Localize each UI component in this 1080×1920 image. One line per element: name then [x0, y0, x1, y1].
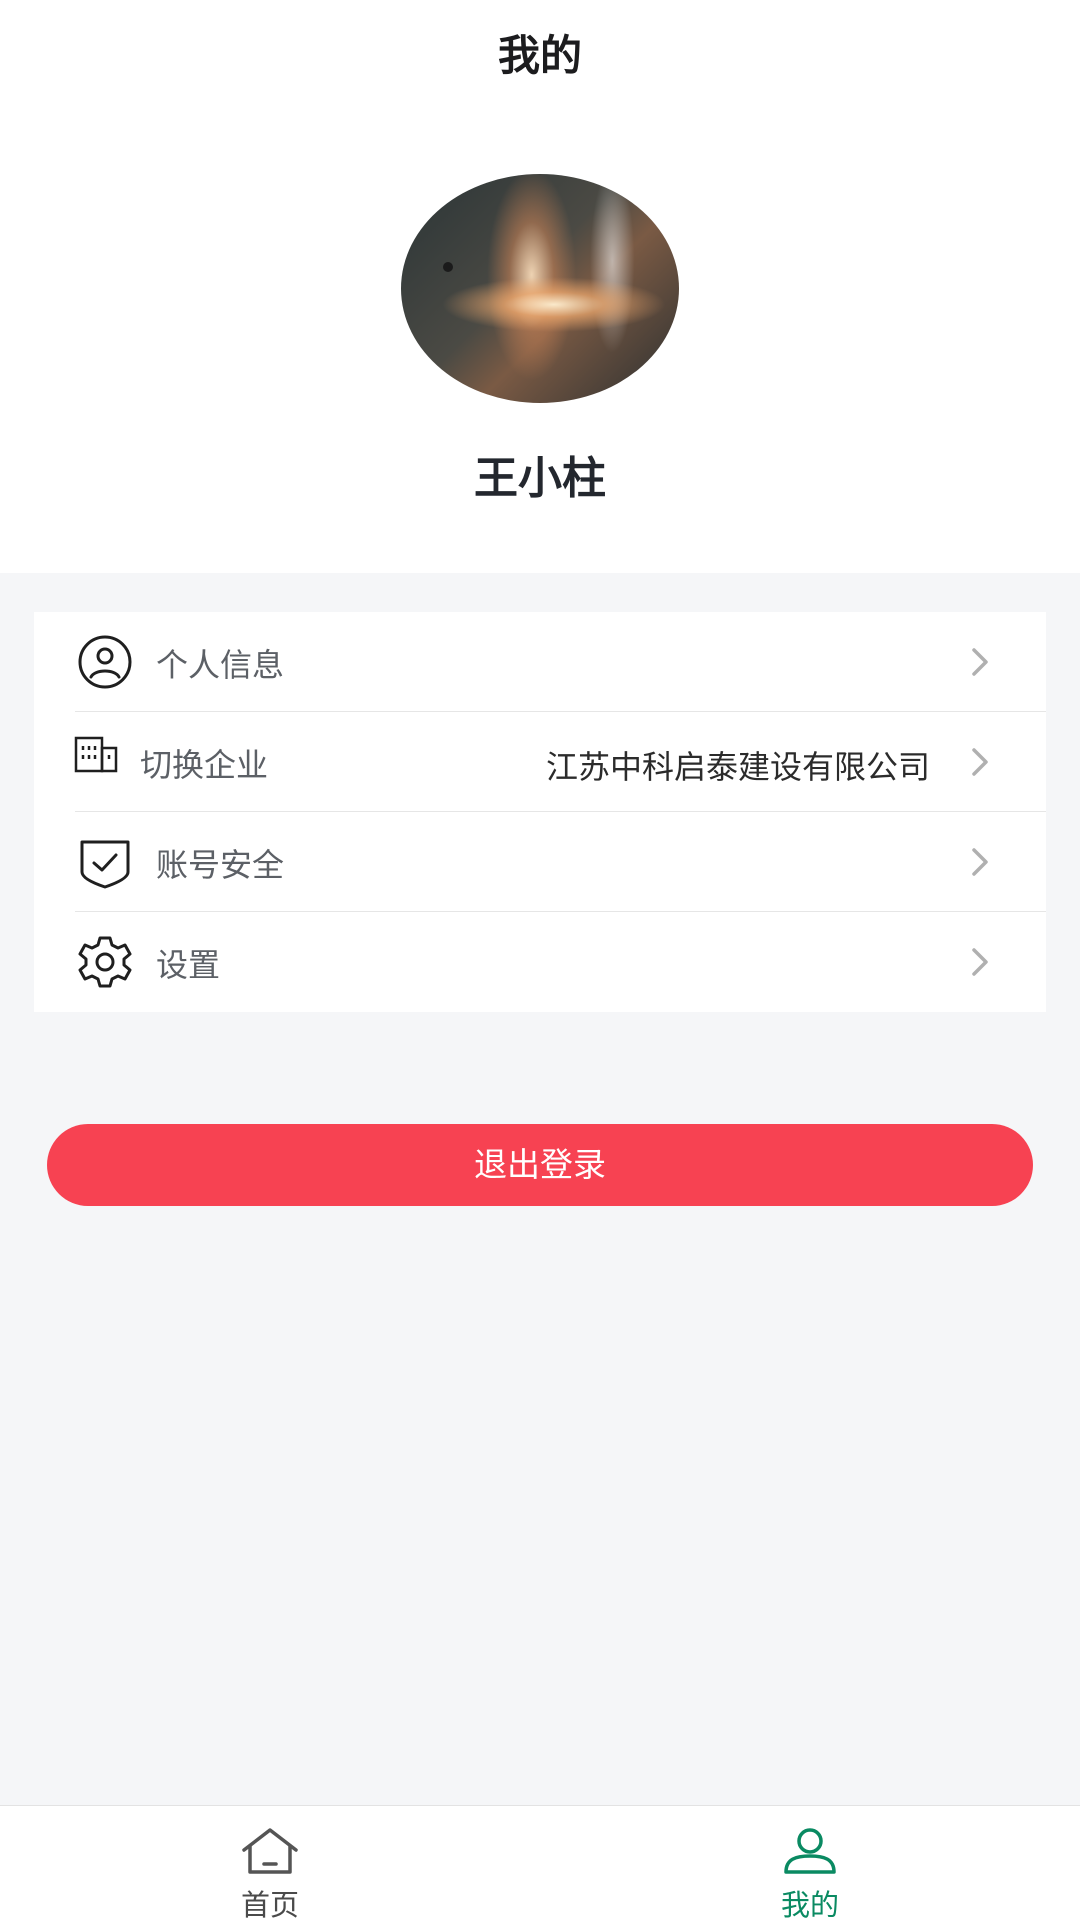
menu-item-settings[interactable]: 设置: [34, 912, 1046, 1012]
user-icon: [784, 1828, 836, 1874]
menu-item-label: 切换企业: [140, 746, 269, 784]
menu-card: 个人信息 切换企业 江苏中科启泰建设有限公司 账号安全 设置: [34, 612, 1046, 1012]
avatar[interactable]: [401, 174, 679, 403]
logout-button[interactable]: 退出登录: [47, 1124, 1033, 1206]
tab-label: 我的: [780, 1888, 839, 1920]
home-icon: [242, 1828, 298, 1874]
page-title: 我的: [497, 31, 582, 80]
chevron-right-icon: [972, 848, 988, 876]
chevron-right-icon: [972, 748, 988, 776]
user-circle-icon: [78, 635, 132, 689]
bottom-tab-bar: 首页 我的: [0, 1805, 1080, 1920]
menu-item-label: 个人信息: [156, 646, 285, 684]
menu-item-personal-info[interactable]: 个人信息: [34, 612, 1046, 712]
tab-home[interactable]: 首页: [0, 1806, 540, 1920]
menu-item-switch-company[interactable]: 切换企业 江苏中科启泰建设有限公司: [34, 712, 1046, 812]
menu-item-label: 设置: [156, 946, 221, 984]
shield-check-icon: [80, 840, 130, 889]
menu-item-account-security[interactable]: 账号安全: [34, 812, 1046, 912]
menu-item-label: 账号安全: [156, 846, 285, 884]
profile-header: 我的 王小柱: [0, 0, 1080, 573]
tab-label: 首页: [240, 1888, 299, 1920]
user-name: 王小柱: [474, 453, 606, 504]
tab-mine[interactable]: 我的: [540, 1806, 1080, 1920]
chevron-right-icon: [972, 948, 988, 976]
building-icon: [74, 736, 118, 773]
avatar-planet-dot: [443, 262, 453, 272]
chevron-right-icon: [972, 648, 988, 676]
gear-icon: [78, 936, 132, 988]
current-company-value: 江苏中科启泰建设有限公司: [545, 748, 930, 786]
